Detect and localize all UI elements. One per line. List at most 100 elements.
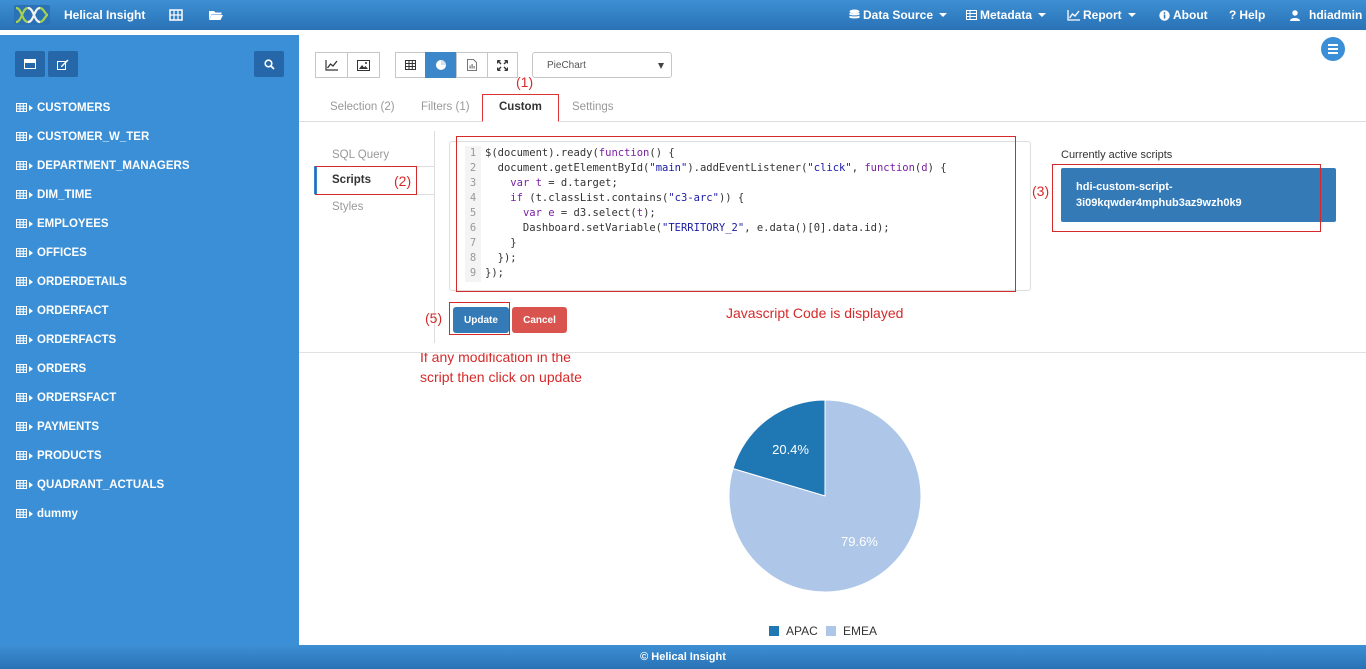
tabs-divider — [299, 121, 1366, 122]
expand-arrow-icon — [29, 307, 33, 314]
pie-chart-icon — [436, 60, 446, 70]
chart-type-select[interactable]: PieChart — [532, 52, 672, 78]
table-name: CUSTOMERS — [37, 101, 111, 114]
nav-metadata[interactable]: Metadata — [966, 8, 1047, 22]
chevron-down-icon — [1038, 13, 1047, 17]
table-icon — [16, 480, 27, 489]
table-name: DEPARTMENT_MANAGERS — [37, 159, 190, 172]
chart-type-value: PieChart — [547, 60, 586, 71]
table-icon — [16, 190, 27, 199]
table-icon — [405, 60, 416, 70]
expand-icon — [497, 59, 508, 71]
image-button[interactable] — [347, 52, 380, 78]
table-icon — [16, 132, 27, 141]
table-name: ORDERS — [37, 362, 87, 375]
expand-arrow-icon — [29, 249, 33, 256]
nav-report[interactable]: Report — [1067, 8, 1136, 22]
nav-report-label: Report — [1083, 8, 1122, 22]
search-button[interactable] — [254, 51, 284, 77]
subtab-sql-query[interactable]: SQL Query — [332, 149, 389, 161]
legend-item-emea[interactable]: EMEA — [826, 624, 877, 638]
table-icon — [16, 451, 27, 460]
table-icon — [16, 335, 27, 344]
tab-filters[interactable]: Filters (1) — [421, 101, 470, 113]
table-item[interactable]: CUSTOMERS — [16, 93, 190, 122]
table-name: ORDERFACTS — [37, 333, 117, 346]
grid-icon[interactable] — [168, 7, 184, 23]
cancel-button[interactable]: Cancel — [512, 307, 567, 333]
table-item[interactable]: OFFICES — [16, 238, 190, 267]
table-item[interactable]: ORDERSFACT — [16, 383, 190, 412]
pie-data-label: 79.6% — [841, 534, 878, 549]
nav-help[interactable]: ? Help — [1229, 8, 1265, 22]
table-name: OFFICES — [37, 246, 87, 259]
table-icon — [16, 248, 27, 257]
table-item[interactable]: QUADRANT_ACTUALS — [16, 470, 190, 499]
table-item[interactable]: CUSTOMER_W_TER — [16, 122, 190, 151]
table-item[interactable]: ORDERFACT — [16, 296, 190, 325]
top-navbar: Helical Insight Data Source Metadata Rep… — [0, 0, 1366, 30]
nav-metadata-label: Metadata — [980, 8, 1033, 22]
expand-arrow-icon — [29, 162, 33, 169]
table-view-button[interactable] — [395, 52, 426, 78]
pie-data-label: 20.4% — [772, 442, 809, 457]
list-view-button[interactable] — [15, 51, 45, 77]
update-highlight — [449, 302, 510, 335]
table-name: PRODUCTS — [37, 449, 102, 462]
expand-arrow-icon — [29, 133, 33, 140]
edit-button[interactable] — [48, 51, 78, 77]
tab-settings[interactable]: Settings — [572, 101, 614, 113]
expand-arrow-icon — [29, 336, 33, 343]
nav-user[interactable]: hdiadmin — [1290, 8, 1362, 22]
nav-about[interactable]: About — [1159, 8, 1208, 22]
brand-title: Helical Insight — [64, 8, 146, 22]
nav-data-source-label: Data Source — [863, 8, 934, 22]
table-item[interactable]: dummy — [16, 499, 190, 528]
table-item[interactable]: DIM_TIME — [16, 180, 190, 209]
pie-chart[interactable]: 20.4% 79.6% — [700, 380, 950, 610]
legend-item-apac[interactable]: APAC — [769, 624, 818, 638]
annotation-1: (1) — [516, 74, 534, 90]
table-icon — [16, 103, 27, 112]
fullscreen-button[interactable] — [487, 52, 518, 78]
table-item[interactable]: ORDERS — [16, 354, 190, 383]
table-item[interactable]: DEPARTMENT_MANAGERS — [16, 151, 190, 180]
chevron-down-icon — [658, 63, 664, 69]
table-icon — [16, 422, 27, 431]
line-chart-button[interactable] — [315, 52, 348, 78]
subtab-styles[interactable]: Styles — [332, 201, 363, 213]
hamburger-menu-button[interactable] — [1321, 37, 1345, 61]
export-button[interactable] — [456, 52, 488, 78]
section-divider — [299, 352, 1366, 353]
tab-selection[interactable]: Selection (2) — [330, 101, 395, 113]
helical-logo-icon[interactable] — [14, 5, 50, 25]
question-icon: ? — [1229, 8, 1237, 22]
table-item[interactable]: PAYMENTS — [16, 412, 190, 441]
edit-icon — [57, 59, 69, 70]
table-name: ORDERFACT — [37, 304, 109, 317]
code-annotation: Javascript Code is displayed — [726, 305, 904, 321]
nav-data-source[interactable]: Data Source — [849, 8, 948, 22]
update-note-line2: script then click on update — [420, 369, 582, 385]
table-icon — [966, 10, 977, 20]
nav-about-label: About — [1173, 8, 1208, 22]
table-item[interactable]: PRODUCTS — [16, 441, 190, 470]
expand-arrow-icon — [29, 452, 33, 459]
code-highlight — [456, 136, 1016, 292]
annotation-2: (2) — [394, 173, 412, 189]
chart-view-button[interactable] — [425, 52, 457, 78]
table-item[interactable]: ORDERFACTS — [16, 325, 190, 354]
legend-swatch — [769, 626, 779, 636]
table-item[interactable]: ORDERDETAILS — [16, 267, 190, 296]
tab-custom[interactable]: Custom — [499, 101, 542, 113]
table-name: EMPLOYEES — [37, 217, 109, 230]
expand-arrow-icon — [29, 191, 33, 198]
menu-icon — [1328, 44, 1338, 46]
table-item[interactable]: EMPLOYEES — [16, 209, 190, 238]
line-chart-icon — [1067, 9, 1080, 21]
user-icon — [1290, 9, 1300, 21]
folder-open-icon[interactable] — [208, 7, 224, 23]
table-name: DIM_TIME — [37, 188, 92, 201]
sidebar: CUSTOMERS CUSTOMER_W_TER DEPARTMENT_MANAGE… — [0, 35, 299, 645]
table-icon — [16, 277, 27, 286]
